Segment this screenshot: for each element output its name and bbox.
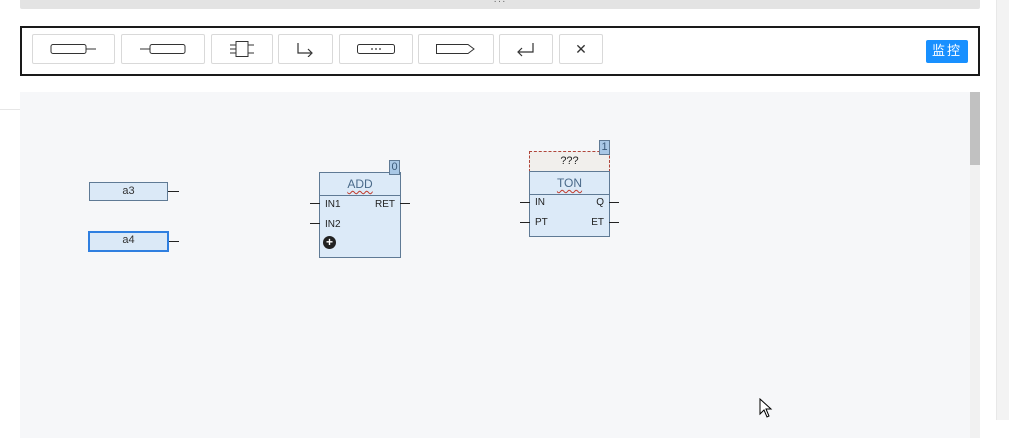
canvas-scrollbar-thumb[interactable] <box>970 92 980 165</box>
function-block-icon <box>230 41 254 57</box>
left-panel-edge <box>0 92 20 110</box>
variable-a4-pin[interactable] <box>169 241 179 242</box>
add-in2-pin[interactable] <box>310 223 320 224</box>
jump-button[interactable] <box>278 34 333 64</box>
add-function-block[interactable]: ADD IN1 IN2 RET + <box>319 172 401 258</box>
variable-box-a3[interactable]: a3 <box>89 182 168 201</box>
variable-box-a4[interactable]: a4 <box>88 231 169 252</box>
diagram-canvas[interactable]: a3 a4 ADD IN1 IN2 RET + 0 ??? 1 TON IN P… <box>20 92 970 438</box>
input-variable-button[interactable] <box>121 34 205 64</box>
variable-a3-pin[interactable] <box>168 191 179 192</box>
ton-output-q: Q <box>596 197 604 208</box>
function-block-button[interactable] <box>211 34 273 64</box>
splitter-grip-icon[interactable]: ··· <box>20 0 980 7</box>
output-variable-button[interactable] <box>32 34 115 64</box>
ton-instance-name[interactable]: ??? <box>529 151 610 172</box>
enter-button[interactable] <box>499 34 553 64</box>
add-ret-pin[interactable] <box>400 203 410 204</box>
close-icon: ✕ <box>575 40 587 57</box>
output-variable-icon <box>50 44 96 54</box>
ton-exec-order-badge: 1 <box>599 140 610 155</box>
add-exec-order-badge: 0 <box>389 160 400 175</box>
enter-icon <box>517 43 534 57</box>
ton-in-pin[interactable] <box>520 202 530 203</box>
close-button[interactable]: ✕ <box>559 34 603 64</box>
add-input-in1: IN1 <box>325 199 341 210</box>
input-variable-icon <box>140 44 186 54</box>
return-button[interactable] <box>418 34 494 64</box>
ladder-toolbar: ✕ 监控 <box>20 26 980 76</box>
jump-icon <box>296 43 313 57</box>
ton-block-title: TON <box>530 172 609 195</box>
ton-pt-pin[interactable] <box>520 222 530 223</box>
ton-q-pin[interactable] <box>609 202 619 203</box>
comment-icon <box>357 44 395 54</box>
mouse-cursor-icon <box>759 398 773 418</box>
monitor-button[interactable]: 监控 <box>926 40 968 63</box>
return-icon <box>436 44 475 54</box>
ton-input-in: IN <box>535 197 545 208</box>
add-in1-pin[interactable] <box>310 203 320 204</box>
ton-et-pin[interactable] <box>609 222 619 223</box>
panel-splitter[interactable]: ··· <box>20 0 980 9</box>
ton-function-block[interactable]: TON IN PT Q ET <box>529 171 610 237</box>
add-output-ret: RET <box>375 199 395 210</box>
comment-button[interactable] <box>339 34 413 64</box>
add-input-pin-icon[interactable]: + <box>323 236 336 249</box>
right-panel-edge <box>996 0 1009 420</box>
ton-output-et: ET <box>591 217 604 228</box>
add-block-title: ADD <box>320 173 400 196</box>
add-input-in2: IN2 <box>325 219 341 230</box>
ton-input-pt: PT <box>535 217 548 228</box>
